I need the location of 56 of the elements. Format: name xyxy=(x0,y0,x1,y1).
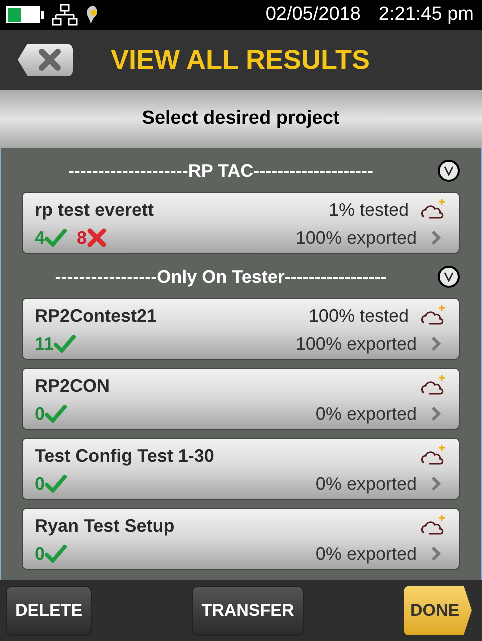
project-name: rp test everett xyxy=(35,198,156,222)
project-name: Ryan Test Setup xyxy=(35,514,176,538)
exported-text: 100% exported xyxy=(296,226,417,250)
check-icon xyxy=(45,228,68,248)
check-icon xyxy=(45,544,68,564)
project-card[interactable]: Ryan Test Setup 0 0% exported xyxy=(22,508,460,570)
pass-count: 4 xyxy=(35,226,46,250)
collapse-button[interactable] xyxy=(438,160,460,182)
check-icon xyxy=(45,474,68,494)
chevron-right-icon xyxy=(431,406,441,422)
chevron-right-icon xyxy=(431,546,441,562)
chevron-right-icon xyxy=(431,476,441,492)
cloud-upload-icon xyxy=(421,514,447,538)
collapse-button[interactable] xyxy=(438,266,460,288)
pass-count: 0 xyxy=(35,472,46,496)
group-header: -----------------Only On Tester----------------- xyxy=(54,266,388,289)
done-button[interactable]: DONE xyxy=(404,586,472,636)
transfer-button[interactable]: TRANSFER xyxy=(192,586,304,636)
cloud-upload-icon xyxy=(421,198,447,222)
pass-count: 11 xyxy=(35,332,54,356)
screen-title: VIEW ALL RESULTS xyxy=(111,44,370,77)
exported-text: 100% exported xyxy=(296,332,417,356)
project-name: RP2CON xyxy=(35,374,112,398)
check-icon xyxy=(54,334,76,354)
close-icon xyxy=(38,49,62,71)
exported-text: 0% exported xyxy=(316,402,417,426)
check-icon xyxy=(45,404,68,424)
project-card[interactable]: RP2Contest21 100% tested 11 100% exported xyxy=(22,298,460,360)
exported-text: 0% exported xyxy=(316,542,417,566)
pass-count: 0 xyxy=(35,542,46,566)
project-card[interactable]: RP2CON 0 0% exported xyxy=(22,368,460,430)
delete-button[interactable]: DELETE xyxy=(6,586,92,636)
date-text: 02/05/2018 xyxy=(266,2,361,27)
chevron-right-icon xyxy=(431,230,441,246)
project-name: RP2Contest21 xyxy=(35,304,158,328)
fail-count: 8 xyxy=(77,226,88,250)
chevron-right-icon xyxy=(431,336,441,352)
tested-text: 1% tested xyxy=(328,198,409,222)
cloud-upload-icon xyxy=(421,444,447,468)
group-header: --------------------RP TAC-------------------- xyxy=(67,160,375,182)
instruction-text: Select desired project xyxy=(142,106,340,131)
project-name: Test Config Test 1-30 xyxy=(35,444,216,468)
network-icon xyxy=(52,4,78,26)
chevron-down-icon xyxy=(444,166,454,176)
project-card[interactable]: Test Config Test 1-30 0 0% exported xyxy=(22,438,460,500)
pass-count: 0 xyxy=(35,402,46,426)
time-text: 2:21:45 pm xyxy=(378,2,474,27)
cloud-upload-icon xyxy=(421,304,447,328)
chevron-down-icon xyxy=(444,272,454,282)
exported-text: 0% exported xyxy=(316,472,417,496)
cross-icon xyxy=(87,228,108,248)
tested-text: 100% tested xyxy=(308,304,409,328)
battery-icon xyxy=(6,6,44,24)
close-button[interactable] xyxy=(18,44,73,76)
project-card[interactable]: rp test everett 1% tested 4 8 100% exported xyxy=(22,192,460,254)
cloud-upload-icon xyxy=(421,374,447,398)
